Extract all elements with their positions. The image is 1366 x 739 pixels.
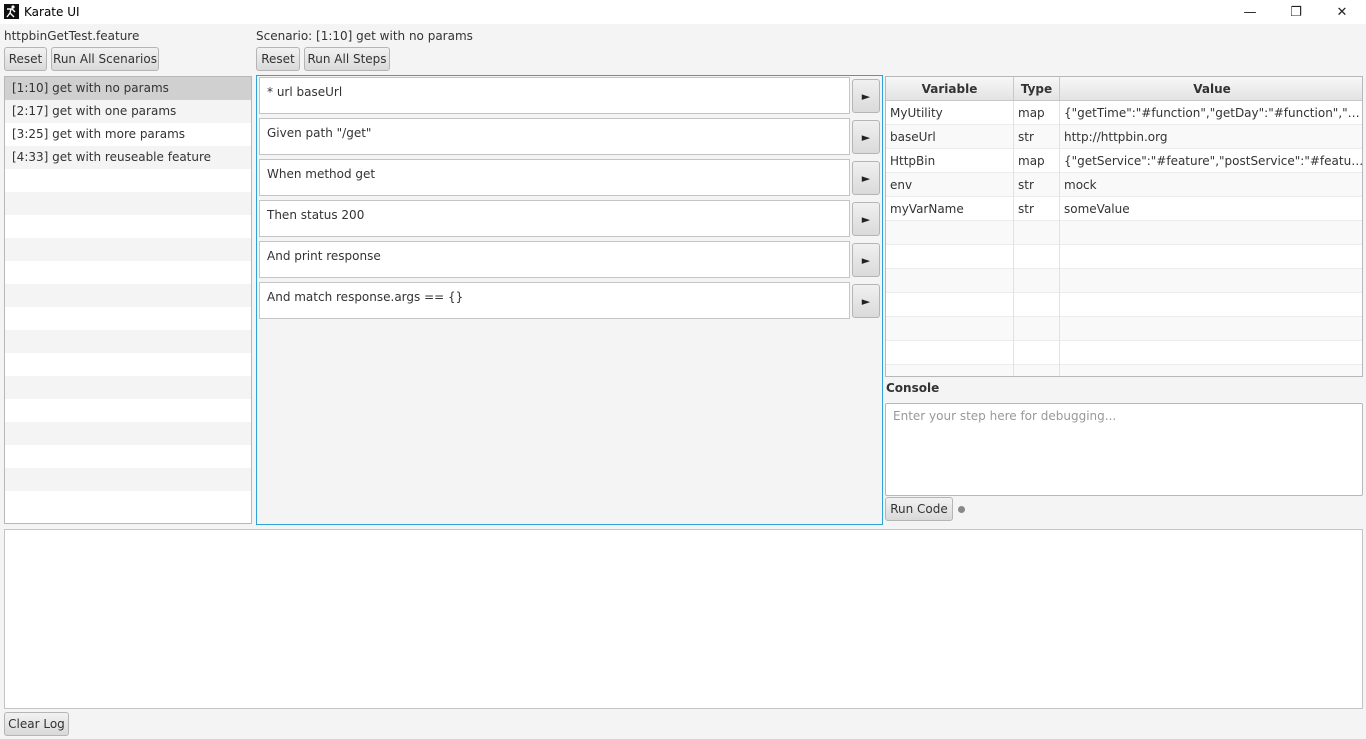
variable-name-cell: baseUrl	[886, 125, 1014, 149]
empty-row	[5, 468, 251, 491]
log-area[interactable]	[4, 529, 1363, 709]
reset-feature-button[interactable]: Reset	[4, 47, 47, 71]
run-code-button[interactable]: Run Code	[885, 497, 953, 521]
step-row: And match response.args == {} ►	[259, 282, 881, 319]
empty-row	[5, 422, 251, 445]
table-header: Variable Type Value	[886, 77, 1362, 101]
step-row: And print response ►	[259, 241, 881, 278]
empty-table-row	[886, 269, 1362, 293]
play-icon: ►	[861, 212, 871, 226]
scenario-item[interactable]: [2:17] get with one params	[5, 100, 251, 123]
run-all-scenarios-button[interactable]: Run All Scenarios	[51, 47, 159, 71]
variables-table: Variable Type Value MyUtility map {"getT…	[885, 76, 1363, 377]
variable-name-cell: HttpBin	[886, 149, 1014, 173]
step-text[interactable]: And print response	[259, 241, 850, 278]
table-row[interactable]: MyUtility map {"getTime":"#function","ge…	[886, 101, 1362, 125]
play-icon: ►	[861, 171, 871, 185]
variable-value-cell: mock	[1064, 178, 1097, 192]
step-row: Then status 200 ►	[259, 200, 881, 237]
scenario-title: Scenario: [1:10] get with no params	[256, 29, 473, 43]
column-header-variable[interactable]: Variable	[886, 77, 1014, 101]
step-text[interactable]: Given path "/get"	[259, 118, 850, 155]
variable-type-cell: map	[1014, 149, 1060, 173]
feature-file-name: httpbinGetTest.feature	[4, 29, 140, 43]
minimize-icon: —	[1243, 4, 1257, 20]
empty-row	[5, 491, 251, 514]
variable-type-cell: map	[1014, 101, 1060, 125]
variable-name-cell: myVarName	[886, 197, 1014, 221]
run-step-button[interactable]: ►	[852, 284, 880, 318]
variable-value-cell: http://httpbin.org	[1064, 130, 1168, 144]
reset-scenario-button[interactable]: Reset	[256, 47, 300, 71]
karate-figure-icon	[4, 4, 19, 19]
restore-icon: ❐	[1290, 4, 1302, 20]
empty-row	[5, 399, 251, 422]
empty-row	[5, 169, 251, 192]
variable-type-cell: str	[1014, 173, 1060, 197]
step-row: * url baseUrl ►	[259, 77, 881, 114]
variable-name-cell: MyUtility	[886, 101, 1014, 125]
table-row[interactable]: baseUrl str http://httpbin.org	[886, 125, 1362, 149]
minimize-button[interactable]: —	[1227, 0, 1273, 24]
play-icon: ►	[861, 294, 871, 308]
scenario-item[interactable]: [4:33] get with reuseable feature	[5, 146, 251, 169]
empty-row	[5, 330, 251, 353]
run-step-button[interactable]: ►	[852, 120, 880, 154]
step-text[interactable]: Then status 200	[259, 200, 850, 237]
play-icon: ►	[861, 89, 871, 103]
empty-row	[5, 215, 251, 238]
step-row: When method get ►	[259, 159, 881, 196]
column-header-type[interactable]: Type	[1014, 77, 1060, 101]
scenario-item[interactable]: [3:25] get with more params	[5, 123, 251, 146]
table-row[interactable]: env str mock	[886, 173, 1362, 197]
scenario-item[interactable]: [1:10] get with no params	[5, 77, 251, 100]
variable-type-cell: str	[1014, 197, 1060, 221]
play-icon: ►	[861, 130, 871, 144]
empty-row	[5, 192, 251, 215]
title-bar: Karate UI — ❐ ✕	[0, 0, 1366, 24]
empty-row	[5, 376, 251, 399]
run-step-button[interactable]: ►	[852, 79, 880, 113]
steps-panel: * url baseUrl ► Given path "/get" ► When…	[256, 75, 883, 525]
empty-table-row	[886, 317, 1362, 341]
console-label: Console	[886, 381, 940, 395]
variable-value-cell: someValue	[1064, 202, 1130, 216]
step-text[interactable]: * url baseUrl	[259, 77, 850, 114]
run-all-steps-button[interactable]: Run All Steps	[304, 47, 390, 71]
empty-table-row	[886, 365, 1362, 376]
play-icon: ►	[861, 253, 871, 267]
variable-type-cell: str	[1014, 125, 1060, 149]
variable-name-cell: env	[886, 173, 1014, 197]
variable-value-cell: {"getTime":"#function","getDay":"#functi…	[1064, 106, 1362, 120]
column-header-value[interactable]: Value	[1060, 77, 1362, 101]
table-row[interactable]: myVarName str someValue	[886, 197, 1362, 221]
run-step-button[interactable]: ►	[852, 202, 880, 236]
empty-row	[5, 261, 251, 284]
empty-row	[5, 238, 251, 261]
step-text[interactable]: And match response.args == {}	[259, 282, 850, 319]
empty-row	[5, 284, 251, 307]
maximize-button[interactable]: ❐	[1273, 0, 1319, 24]
empty-row	[5, 445, 251, 468]
table-row[interactable]: HttpBin map {"getService":"#feature","po…	[886, 149, 1362, 173]
window-title: Karate UI	[24, 5, 80, 19]
run-step-button[interactable]: ►	[852, 161, 880, 195]
console-input[interactable]	[885, 403, 1363, 496]
empty-table-row	[886, 245, 1362, 269]
step-row: Given path "/get" ►	[259, 118, 881, 155]
step-text[interactable]: When method get	[259, 159, 850, 196]
empty-table-row	[886, 293, 1362, 317]
scenario-list: [1:10] get with no params [2:17] get wit…	[4, 76, 252, 524]
empty-row	[5, 307, 251, 330]
empty-row	[5, 353, 251, 376]
close-button[interactable]: ✕	[1319, 0, 1365, 24]
empty-table-row	[886, 221, 1362, 245]
status-indicator-icon	[958, 506, 965, 513]
variable-value-cell: {"getService":"#feature","postService":"…	[1064, 154, 1363, 168]
run-step-button[interactable]: ►	[852, 243, 880, 277]
empty-table-row	[886, 341, 1362, 365]
clear-log-button[interactable]: Clear Log	[4, 712, 69, 736]
close-icon: ✕	[1336, 4, 1348, 20]
